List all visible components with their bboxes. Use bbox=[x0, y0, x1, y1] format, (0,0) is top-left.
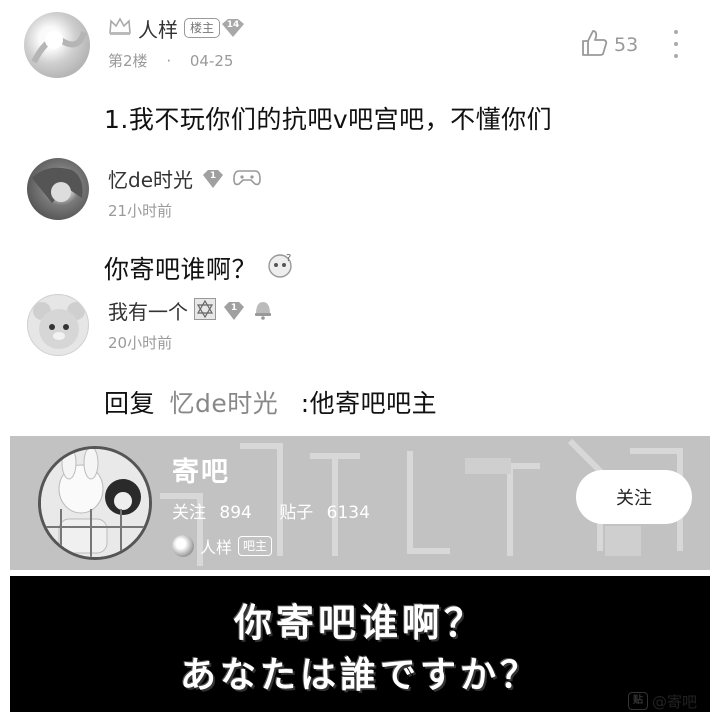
reply-content: 回复 忆de时光 :他寄吧吧主 bbox=[104, 384, 437, 420]
bell-badge-icon bbox=[252, 298, 274, 324]
posts-count: 6134 bbox=[326, 503, 370, 523]
reply-avatar[interactable] bbox=[27, 158, 89, 220]
caption-line-chinese: 你寄吧谁啊？ bbox=[233, 601, 486, 645]
floor-number: 第2楼 bbox=[108, 52, 148, 70]
follow-count: 894 bbox=[219, 503, 252, 523]
forum-stats: 关注 894 贴子 6134 bbox=[172, 498, 370, 523]
reply-content: 你寄吧谁啊？ bbox=[104, 255, 258, 284]
reply-content-row: 你寄吧谁啊？ ? bbox=[104, 250, 295, 286]
more-options-icon[interactable] bbox=[668, 30, 684, 58]
meta-separator: · bbox=[166, 52, 172, 70]
reply-text: :他寄吧吧主 bbox=[300, 389, 438, 418]
author-avatar[interactable] bbox=[24, 12, 90, 78]
op-badge: 楼主 bbox=[184, 18, 221, 38]
forum-card[interactable]: 寄吧 关注 894 贴子 6134 人样 吧主 关注 bbox=[10, 436, 710, 570]
subtitle-caption: 你寄吧谁啊？ あなたは誰ですか？ bbox=[10, 576, 710, 712]
level-badge: 1 bbox=[222, 301, 246, 321]
level-badge: 14 bbox=[220, 17, 246, 39]
watermark: 贴 @寄吧 bbox=[628, 690, 697, 712]
author-name[interactable]: 人样 bbox=[138, 14, 178, 43]
gamepad-icon bbox=[233, 167, 261, 191]
reply-prefix: 回复 bbox=[104, 389, 156, 418]
post-content: 1.我不玩你们的抗吧v吧宫吧，不懂你们 bbox=[104, 105, 553, 134]
confused-emoji-icon: ? bbox=[267, 251, 295, 285]
like-count: 53 bbox=[614, 34, 639, 56]
forum-avatar[interactable] bbox=[38, 446, 152, 560]
post-meta: 第2楼 · 04-25 bbox=[108, 50, 233, 71]
thumbs-up-icon bbox=[580, 28, 608, 62]
forum-owner-row: 人样 吧主 bbox=[172, 534, 273, 558]
follow-button[interactable]: 关注 bbox=[576, 470, 692, 524]
owner-badge: 吧主 bbox=[238, 536, 273, 556]
reply-time: 21小时前 bbox=[108, 202, 173, 220]
reply-avatar[interactable] bbox=[27, 294, 89, 356]
forum-name[interactable]: 寄吧 bbox=[172, 450, 230, 489]
watermark-text: @寄吧 bbox=[652, 692, 698, 711]
reply-user-row: 忆de时光 1 bbox=[108, 164, 261, 193]
svg-text:?: ? bbox=[286, 253, 292, 264]
caption-line-japanese: あなたは誰ですか？ bbox=[179, 655, 540, 696]
like-button[interactable]: 53 bbox=[580, 28, 638, 62]
tieba-logo-icon: 贴 bbox=[628, 692, 648, 710]
owner-name[interactable]: 人样 bbox=[200, 534, 232, 558]
follow-count-label: 关注 bbox=[172, 503, 206, 523]
reply-username[interactable]: 忆de时光 bbox=[108, 164, 193, 193]
reply-mention-link[interactable]: 忆de时光 bbox=[169, 389, 278, 418]
level-badge: 1 bbox=[201, 169, 225, 189]
crown-icon bbox=[108, 16, 132, 40]
post-date: 04-25 bbox=[189, 52, 234, 70]
owner-avatar[interactable] bbox=[172, 535, 194, 557]
posts-count-label: 贴子 bbox=[279, 503, 314, 523]
star-of-david-icon bbox=[194, 297, 216, 324]
reply-user-row: 我有一个 1 bbox=[108, 296, 274, 325]
reply-time: 20小时前 bbox=[108, 334, 173, 352]
author-row: 人样 楼主 14 bbox=[108, 14, 246, 42]
reply-username[interactable]: 我有一个 bbox=[108, 296, 188, 325]
